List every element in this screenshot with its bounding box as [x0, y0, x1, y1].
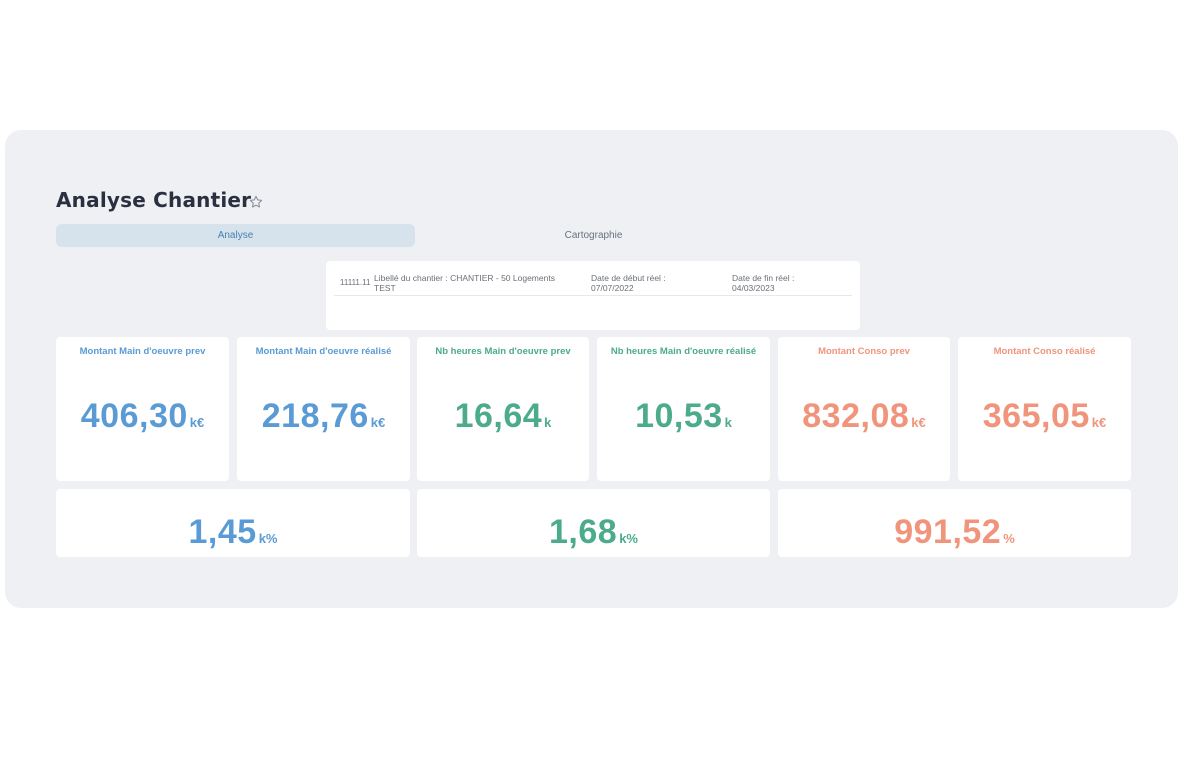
- fin-value: 04/03/2023: [732, 283, 775, 293]
- ratio-value: 1,68 k%: [549, 513, 638, 551]
- kpi-label: Nb heures Main d'oeuvre réalisé: [610, 346, 757, 357]
- ratio-value: 1,45 k%: [188, 513, 278, 551]
- tab-analyse[interactable]: Analyse: [56, 224, 415, 247]
- kpi-label: Montant Main d'oeuvre réalisé: [255, 346, 392, 357]
- ratio-card-mo: 1,45 k%: [56, 489, 410, 557]
- kpi-value: 406,30 k€: [80, 397, 205, 435]
- debut-label: Date de début réel :: [591, 273, 666, 283]
- ratio-card-conso: 991,52%: [778, 489, 1131, 557]
- kpi-card-mo-realise: Montant Main d'oeuvre réalisé 218,76 k€: [237, 337, 410, 481]
- page-title: Analyse Chantier: [56, 188, 252, 212]
- kpi-card-conso-prev: Montant Conso prev 832,08 k€: [778, 337, 950, 481]
- libelle-value: TEST: [374, 283, 396, 293]
- kpi-card-heures-prev: Nb heures Main d'oeuvre prev 16,64 k: [417, 337, 589, 481]
- kpi-value: 218,76 k€: [261, 397, 386, 435]
- ratio-value: 991,52%: [894, 513, 1015, 551]
- kpi-value: 365,05 k€: [982, 397, 1107, 435]
- chantier-info-card: 11111.11 Libellé du chantier : CHANTIER …: [326, 261, 860, 330]
- tab-cartographie[interactable]: Cartographie: [414, 224, 773, 247]
- kpi-label: Nb heures Main d'oeuvre prev: [435, 346, 571, 357]
- info-divider: [334, 295, 852, 296]
- star-icon[interactable]: [248, 194, 264, 210]
- kpi-value: 10,53 k: [635, 397, 732, 435]
- kpi-value: 16,64 k: [454, 397, 552, 435]
- kpi-card-conso-realise: Montant Conso réalisé 365,05 k€: [958, 337, 1131, 481]
- debut-value: 07/07/2022: [591, 283, 634, 293]
- kpi-label: Montant Conso réalisé: [993, 346, 1096, 357]
- ratio-card-heures: 1,68 k%: [417, 489, 770, 557]
- fin-label: Date de fin réel :: [732, 273, 795, 283]
- kpi-label: Montant Main d'oeuvre prev: [79, 346, 206, 357]
- chantier-code: 11111.11: [340, 278, 371, 287]
- fin-column: Date de fin réel : 04/03/2023: [732, 273, 794, 293]
- libelle-label: Libellé du chantier : CHANTIER - 50 Loge…: [374, 273, 555, 283]
- kpi-label: Montant Conso prev: [818, 346, 910, 357]
- libelle-column: Libellé du chantier : CHANTIER - 50 Loge…: [374, 273, 555, 293]
- kpi-value: 832,08 k€: [802, 397, 926, 435]
- kpi-card-heures-realise: Nb heures Main d'oeuvre réalisé 10,53 k: [597, 337, 770, 481]
- kpi-card-mo-prev: Montant Main d'oeuvre prev 406,30 k€: [56, 337, 229, 481]
- debut-column: Date de début réel : 07/07/2022: [591, 273, 666, 293]
